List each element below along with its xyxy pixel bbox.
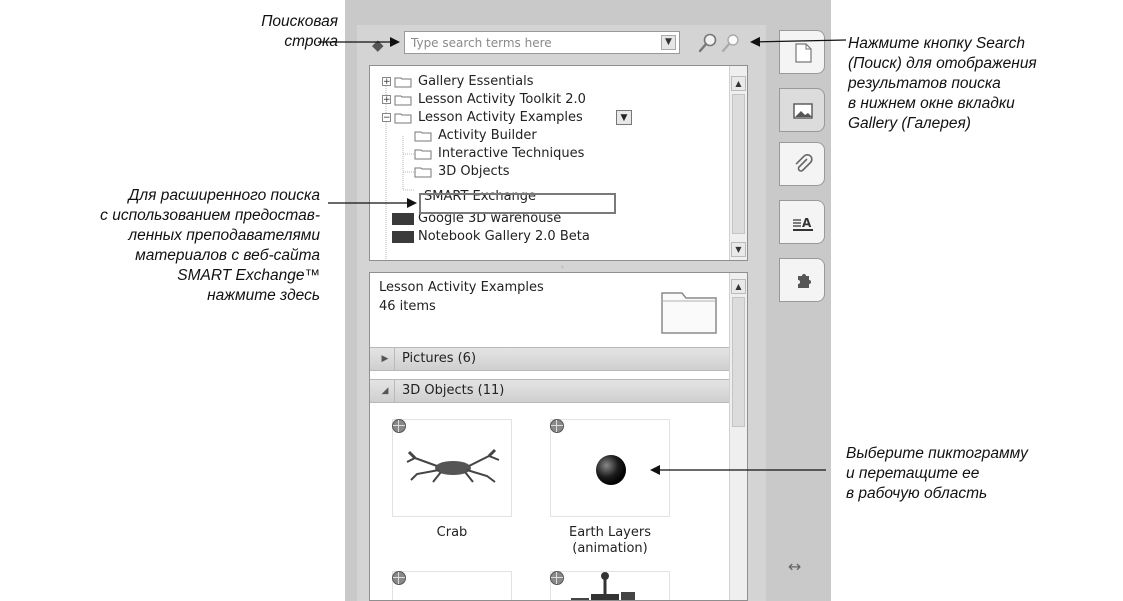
gallery-tab[interactable]: [779, 88, 825, 132]
back-arrow-icon[interactable]: ◆: [372, 36, 384, 54]
collapse-arrow-icon[interactable]: ◢: [376, 380, 395, 402]
paperclip-icon: [795, 154, 813, 172]
scroll-thumb[interactable]: [732, 297, 745, 427]
chevron-down-icon[interactable]: ▼: [661, 35, 676, 50]
puzzle-icon: [798, 274, 811, 288]
folder-menu-dropdown-icon[interactable]: ▼: [616, 110, 632, 125]
tree-item-notebook-gallery-beta[interactable]: Notebook Gallery 2.0 Beta: [370, 228, 720, 246]
3d-globe-icon: [392, 571, 406, 585]
item-caption: Earth Layers (animation): [568, 525, 651, 556]
advanced-search-icon[interactable]: [720, 32, 742, 54]
search-row: ◆ Type search terms here ▼: [364, 30, 762, 58]
folder-icon: [414, 167, 432, 178]
collapse-icon[interactable]: −: [382, 113, 391, 123]
search-input[interactable]: Type search terms here ▼: [404, 31, 680, 54]
page-icon: [795, 43, 812, 63]
scroll-thumb[interactable]: [732, 94, 745, 234]
addons-tab[interactable]: [779, 258, 825, 302]
splitter-handle[interactable]: ◦: [560, 263, 565, 272]
tree-item-interactive-techniques[interactable]: Interactive Techniques: [370, 145, 720, 163]
content-scrollbar[interactable]: ▲: [729, 273, 747, 600]
gallery-tree: + Gallery Essentials + Lesson Activity T…: [369, 65, 748, 261]
folder-icon: [661, 292, 717, 334]
scroll-down-icon[interactable]: ▼: [731, 242, 746, 257]
properties-icon: A: [793, 216, 813, 231]
3d-globe-icon: [550, 419, 564, 433]
tree-scrollbar[interactable]: ▲ ▼: [729, 66, 747, 260]
item-thumbnail[interactable]: [550, 419, 670, 517]
folder-icon: [394, 77, 412, 88]
scroll-up-icon[interactable]: ▲: [731, 279, 746, 294]
folder-icon: [394, 95, 412, 106]
sphere-3d-icon: [596, 455, 626, 485]
3d-globe-icon: [392, 419, 406, 433]
content-title: Lesson Activity Examples: [379, 280, 544, 295]
properties-tab[interactable]: A: [779, 200, 825, 244]
resize-arrows-icon[interactable]: ↔: [788, 557, 801, 576]
tree-item-3d-objects[interactable]: 3D Objects: [370, 163, 720, 181]
search-placeholder: Type search terms here: [411, 36, 552, 50]
section-pictures[interactable]: ▶ Pictures (6): [370, 347, 730, 371]
tree-item-activity-builder[interactable]: Activity Builder: [370, 127, 720, 145]
expand-icon[interactable]: +: [382, 95, 391, 105]
smart-logo-icon: [392, 231, 414, 243]
smart-exchange-highlight: [419, 193, 616, 214]
section-3d-objects[interactable]: ◢ 3D Objects (11): [370, 379, 730, 403]
crab-3d-icon: [406, 448, 500, 483]
tree-item-lesson-activity-toolkit[interactable]: + Lesson Activity Toolkit 2.0: [370, 91, 720, 109]
expand-arrow-icon[interactable]: ▶: [376, 348, 395, 370]
gallery-picture-icon: [793, 103, 813, 119]
gallery-content: Lesson Activity Examples 46 items ▶ Pict…: [369, 272, 748, 601]
expand-icon[interactable]: +: [382, 77, 391, 87]
folder-icon: [414, 149, 432, 160]
scroll-up-icon[interactable]: ▲: [731, 76, 746, 91]
attachments-tab[interactable]: [779, 142, 825, 186]
folder-icon: [414, 131, 432, 142]
tree-item-gallery-essentials[interactable]: + Gallery Essentials: [370, 73, 720, 91]
folder-icon: [394, 113, 412, 124]
item-caption: Crab: [436, 525, 468, 540]
annotation-search-bar: Поисковая строка: [261, 13, 338, 50]
item-thumbnail[interactable]: [392, 419, 512, 517]
annotation-smart-exchange: Для расширенного поиска с использованием…: [100, 187, 320, 304]
content-count: 46 items: [379, 299, 436, 314]
page-sorter-tab[interactable]: [779, 30, 825, 74]
tree-item-lesson-activity-examples[interactable]: − Lesson Activity Examples ▼: [370, 109, 720, 127]
object-3d-icon: [571, 572, 635, 600]
magnifier-icon[interactable]: [697, 32, 719, 54]
annotation-drag-item: Выберите пиктограмму и перетащите ее в р…: [846, 445, 1028, 502]
svg-text:A: A: [802, 216, 812, 230]
gallery-item-partial[interactable]: [392, 571, 512, 600]
annotation-search-button: Нажмите кнопку Search (Поиск) для отобра…: [848, 35, 1037, 132]
gallery-item-partial[interactable]: [550, 571, 670, 600]
smart-logo-icon: [392, 213, 414, 225]
